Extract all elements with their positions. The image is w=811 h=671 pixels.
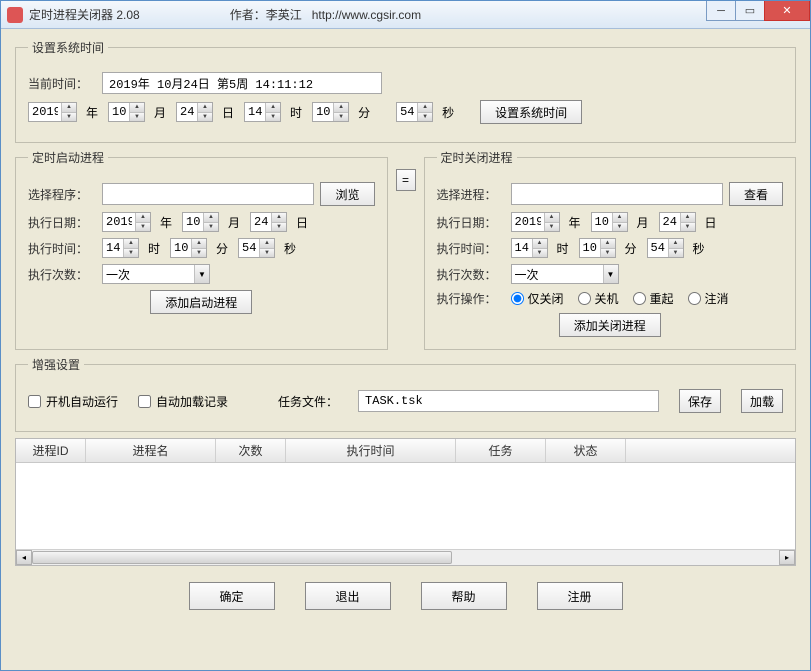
radio-restart[interactable]: 重起 <box>633 290 674 307</box>
author-info: 作者：李英江 http://www.cgsir.com <box>230 6 421 23</box>
minimize-button[interactable]: ─ <box>706 1 736 21</box>
close-legend: 定时关闭进程 <box>437 149 517 166</box>
close-times-select[interactable]: 一次 ▼ <box>511 264 619 284</box>
close-month-spinner[interactable]: ▲▼ <box>591 212 628 232</box>
task-file-label: 任务文件： <box>278 393 338 410</box>
start-date-label: 执行日期： <box>28 214 96 231</box>
radio-close-only[interactable]: 仅关闭 <box>511 290 564 307</box>
autoload-checkbox[interactable]: 自动加载记录 <box>138 393 228 410</box>
scroll-thumb[interactable] <box>32 551 452 564</box>
start-legend: 定时启动进程 <box>28 149 108 166</box>
close-button[interactable]: ✕ <box>764 1 810 21</box>
day-spinner[interactable]: ▲▼ <box>176 102 213 122</box>
close-times-label: 执行次数： <box>437 266 505 283</box>
col-name[interactable]: 进程名 <box>86 439 216 462</box>
table-header: 进程ID 进程名 次数 执行时间 任务 状态 <box>16 439 795 463</box>
close-time-label: 执行时间： <box>437 240 505 257</box>
close-action-label: 执行操作： <box>437 290 505 307</box>
close-process-input[interactable] <box>511 183 723 205</box>
close-select-label: 选择进程： <box>437 186 505 203</box>
col-task[interactable]: 任务 <box>456 439 546 462</box>
exit-button[interactable]: 退出 <box>305 582 391 610</box>
task-table: 进程ID 进程名 次数 执行时间 任务 状态 ◂ ▸ <box>15 438 796 566</box>
current-time-display <box>102 72 382 94</box>
month-spinner[interactable]: ▲▼ <box>108 102 145 122</box>
scroll-right-arrow[interactable]: ▸ <box>779 550 795 565</box>
system-time-group: 设置系统时间 当前时间： ▲▼ 年 ▲▼ 月 ▲▼ 日 ▲▼ 时 ▲▼ 分 ▲▼… <box>15 39 796 143</box>
action-radio-group: 仅关闭 关机 重起 注消 <box>511 290 729 307</box>
start-hour-spinner[interactable]: ▲▼ <box>102 238 139 258</box>
start-select-label: 选择程序： <box>28 186 96 203</box>
app-icon <box>7 7 23 23</box>
radio-logoff[interactable]: 注消 <box>688 290 729 307</box>
col-times[interactable]: 次数 <box>216 439 286 462</box>
bottom-button-row: 确定 退出 帮助 注册 <box>15 572 796 614</box>
start-day-spinner[interactable]: ▲▼ <box>250 212 287 232</box>
start-year-spinner[interactable]: ▲▼ <box>102 212 151 232</box>
chevron-down-icon: ▼ <box>194 265 209 283</box>
start-time-label: 执行时间： <box>28 240 96 257</box>
enhance-legend: 增强设置 <box>28 356 84 373</box>
start-program-input[interactable] <box>102 183 314 205</box>
close-day-spinner[interactable]: ▲▼ <box>659 212 696 232</box>
chevron-down-icon: ▼ <box>603 265 618 283</box>
content-area: 设置系统时间 当前时间： ▲▼ 年 ▲▼ 月 ▲▼ 日 ▲▼ 时 ▲▼ 分 ▲▼… <box>1 29 810 670</box>
radio-shutdown[interactable]: 关机 <box>578 290 619 307</box>
view-button[interactable]: 查看 <box>729 182 783 206</box>
process-groups: 定时启动进程 选择程序： 浏览 执行日期： ▲▼ 年 ▲▼ 月 ▲▼ 日 执行时… <box>15 149 796 350</box>
start-process-group: 定时启动进程 选择程序： 浏览 执行日期： ▲▼ 年 ▲▼ 月 ▲▼ 日 执行时… <box>15 149 388 350</box>
equals-button[interactable]: = <box>396 169 416 191</box>
table-body <box>16 463 795 549</box>
close-hour-spinner[interactable]: ▲▼ <box>511 238 548 258</box>
app-window: 定时进程关闭器 2.08 作者：李英江 http://www.cgsir.com… <box>0 0 811 671</box>
help-button[interactable]: 帮助 <box>421 582 507 610</box>
window-title: 定时进程关闭器 2.08 <box>29 6 140 23</box>
start-minute-spinner[interactable]: ▲▼ <box>170 238 207 258</box>
current-time-label: 当前时间： <box>28 75 96 92</box>
col-status[interactable]: 状态 <box>546 439 626 462</box>
year-spinner[interactable]: ▲▼ <box>28 102 77 122</box>
add-start-process-button[interactable]: 添加启动进程 <box>150 290 252 314</box>
save-button[interactable]: 保存 <box>679 389 721 413</box>
second-spinner[interactable]: ▲▼ <box>396 102 433 122</box>
register-button[interactable]: 注册 <box>537 582 623 610</box>
hour-spinner[interactable]: ▲▼ <box>244 102 281 122</box>
close-process-group: 定时关闭进程 选择进程： 查看 执行日期： ▲▼ 年 ▲▼ 月 ▲▼ 日 执行时… <box>424 149 797 350</box>
start-second-spinner[interactable]: ▲▼ <box>238 238 275 258</box>
close-second-spinner[interactable]: ▲▼ <box>647 238 684 258</box>
col-id[interactable]: 进程ID <box>16 439 86 462</box>
minute-spinner[interactable]: ▲▼ <box>312 102 349 122</box>
horizontal-scrollbar[interactable]: ◂ ▸ <box>16 549 795 565</box>
col-blank <box>626 439 795 462</box>
start-times-label: 执行次数： <box>28 266 96 283</box>
close-date-label: 执行日期： <box>437 214 505 231</box>
close-year-spinner[interactable]: ▲▼ <box>511 212 560 232</box>
window-controls: ─ ▭ ✕ <box>707 1 810 21</box>
task-file-input[interactable] <box>358 390 659 412</box>
browse-button[interactable]: 浏览 <box>320 182 374 206</box>
set-system-time-button[interactable]: 设置系统时间 <box>480 100 582 124</box>
enhance-group: 增强设置 开机自动运行 自动加载记录 任务文件： 保存 加载 <box>15 356 796 432</box>
col-exectime[interactable]: 执行时间 <box>286 439 456 462</box>
ok-button[interactable]: 确定 <box>189 582 275 610</box>
load-button[interactable]: 加载 <box>741 389 783 413</box>
add-close-process-button[interactable]: 添加关闭进程 <box>559 313 661 337</box>
scroll-left-arrow[interactable]: ◂ <box>16 550 32 565</box>
autostart-checkbox[interactable]: 开机自动运行 <box>28 393 118 410</box>
maximize-button[interactable]: ▭ <box>735 1 765 21</box>
system-time-legend: 设置系统时间 <box>28 39 108 56</box>
start-times-select[interactable]: 一次 ▼ <box>102 264 210 284</box>
close-minute-spinner[interactable]: ▲▼ <box>579 238 616 258</box>
titlebar: 定时进程关闭器 2.08 作者：李英江 http://www.cgsir.com… <box>1 1 810 29</box>
start-month-spinner[interactable]: ▲▼ <box>182 212 219 232</box>
